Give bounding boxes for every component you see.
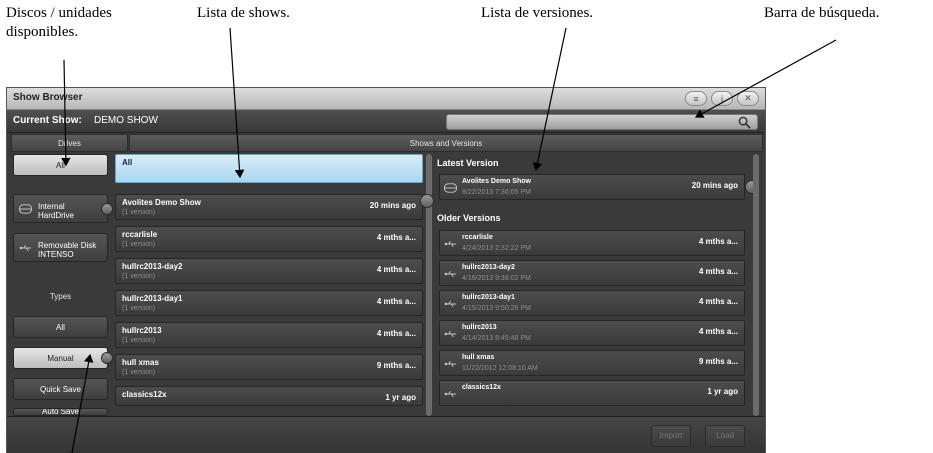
show-row[interactable]: hullrc2013-day2 (1 version) 4 mths a... — [115, 258, 423, 284]
current-show-value: DEMO SHOW — [94, 115, 158, 126]
drives-header: Drives — [11, 134, 128, 152]
version-row[interactable]: hullrc2013-day2 4/16/2013 9:38:02 PM 4 m… — [439, 260, 745, 286]
drive-icon — [19, 204, 32, 214]
list-icon[interactable]: ≡ — [685, 91, 707, 106]
usb-icon — [19, 244, 32, 252]
latest-version-label: Latest Version — [437, 158, 499, 168]
usb-icon — [444, 300, 457, 308]
shows-and-versions-header: Shows and Versions — [129, 134, 763, 152]
type-manual-knob — [101, 352, 113, 364]
title-bar: Show Browser ≡ i ✕ — [7, 88, 765, 110]
annotation-drives: Discos / unidades disponibles. — [6, 4, 112, 42]
show-row[interactable]: All — [115, 154, 423, 183]
version-row[interactable]: hullrc2013-day1 4/15/2013 9:50:26 PM 4 m… — [439, 290, 745, 316]
version-row[interactable]: hull xmas 11/22/2012 12:08:10 AM 9 mths … — [439, 350, 745, 376]
annotation-drives-line1: Discos / unidades — [6, 5, 112, 21]
drive-removable-line1: Removable Disk — [38, 241, 97, 250]
window-title: Show Browser — [13, 92, 83, 103]
current-show-bar: Current Show: DEMO SHOW — [7, 110, 765, 133]
types-label: Types — [49, 292, 72, 301]
version-row[interactable]: hullrc2013 4/14/2013 8:45:48 PM 4 mths a… — [439, 320, 745, 346]
latest-version-row[interactable]: Avolites Demo Show 8/22/2013 7:36:05 PM … — [439, 174, 745, 200]
usb-icon — [444, 240, 457, 248]
search-input[interactable] — [446, 114, 758, 130]
type-all-button[interactable]: All — [13, 316, 108, 338]
drive-all-button[interactable]: All — [13, 154, 108, 176]
show-row[interactable]: classics12x 1 yr ago — [115, 386, 423, 406]
drive-internal-line1: Internal — [38, 202, 65, 211]
shows-scroll-knob[interactable] — [420, 194, 434, 208]
drive-internal-harddrive-button[interactable]: Internal HardDrive — [13, 194, 113, 223]
load-button[interactable]: Load — [705, 425, 745, 447]
annotation-versions: Lista de versiones. — [481, 5, 594, 21]
version-row[interactable]: classics12x 1 yr ago — [439, 380, 745, 406]
drive-icon — [444, 183, 457, 193]
current-show-label: Current Show: — [13, 115, 82, 126]
annotation-search: Barra de búsqueda. — [764, 5, 880, 21]
shows-list: All Avolites Demo Show (1 version) 20 mi… — [115, 154, 434, 416]
type-quick-save-button[interactable]: Quick Save — [13, 378, 108, 400]
versions-list: Latest Version Avolites Demo Show 8/22/2… — [433, 154, 763, 416]
usb-icon — [444, 390, 457, 398]
footer-bar: Import Load — [7, 416, 765, 453]
usb-icon — [444, 360, 457, 368]
drive-removable-disk-button[interactable]: Removable Disk INTENSO — [13, 233, 108, 262]
type-auto-save-button[interactable]: Auto Save — [13, 408, 108, 416]
drive-removable-line2: INTENSO — [38, 250, 74, 259]
search-icon[interactable] — [738, 116, 751, 129]
older-versions-label: Older Versions — [437, 213, 501, 223]
show-row[interactable]: hullrc2013-day1 (1 version) 4 mths a... — [115, 290, 423, 316]
annotation-drives-line2: disponibles. — [6, 24, 79, 40]
info-icon[interactable]: i — [711, 91, 733, 106]
type-manual-button[interactable]: Manual — [13, 347, 113, 369]
usb-icon — [444, 270, 457, 278]
show-browser-window: Show Browser ≡ i ✕ Current Show: DEMO SH… — [6, 87, 766, 453]
drive-internal-line2: HardDrive — [38, 211, 75, 220]
drives-and-types-panel: All Internal HardDrive Removable Disk IN… — [11, 154, 131, 416]
show-row[interactable]: hull xmas (1 version) 9 mths a... — [115, 354, 423, 380]
show-row[interactable]: rccarlisle (1 version) 4 mths a... — [115, 226, 423, 252]
usb-icon — [444, 330, 457, 338]
annotation-shows: Lista de shows. — [197, 5, 290, 21]
versions-scrollbar[interactable] — [753, 154, 759, 416]
version-row[interactable]: rccarlisle 4/24/2013 2:32:22 PM 4 mths a… — [439, 230, 745, 256]
drive-internal-knob — [101, 203, 113, 215]
close-icon[interactable]: ✕ — [737, 91, 759, 106]
show-row[interactable]: Avolites Demo Show (1 version) 20 mins a… — [115, 194, 423, 220]
show-row[interactable]: hullrc2013 (1 version) 4 mths a... — [115, 322, 423, 348]
import-button[interactable]: Import — [651, 425, 691, 447]
title-buttons: ≡ i ✕ — [685, 91, 759, 106]
